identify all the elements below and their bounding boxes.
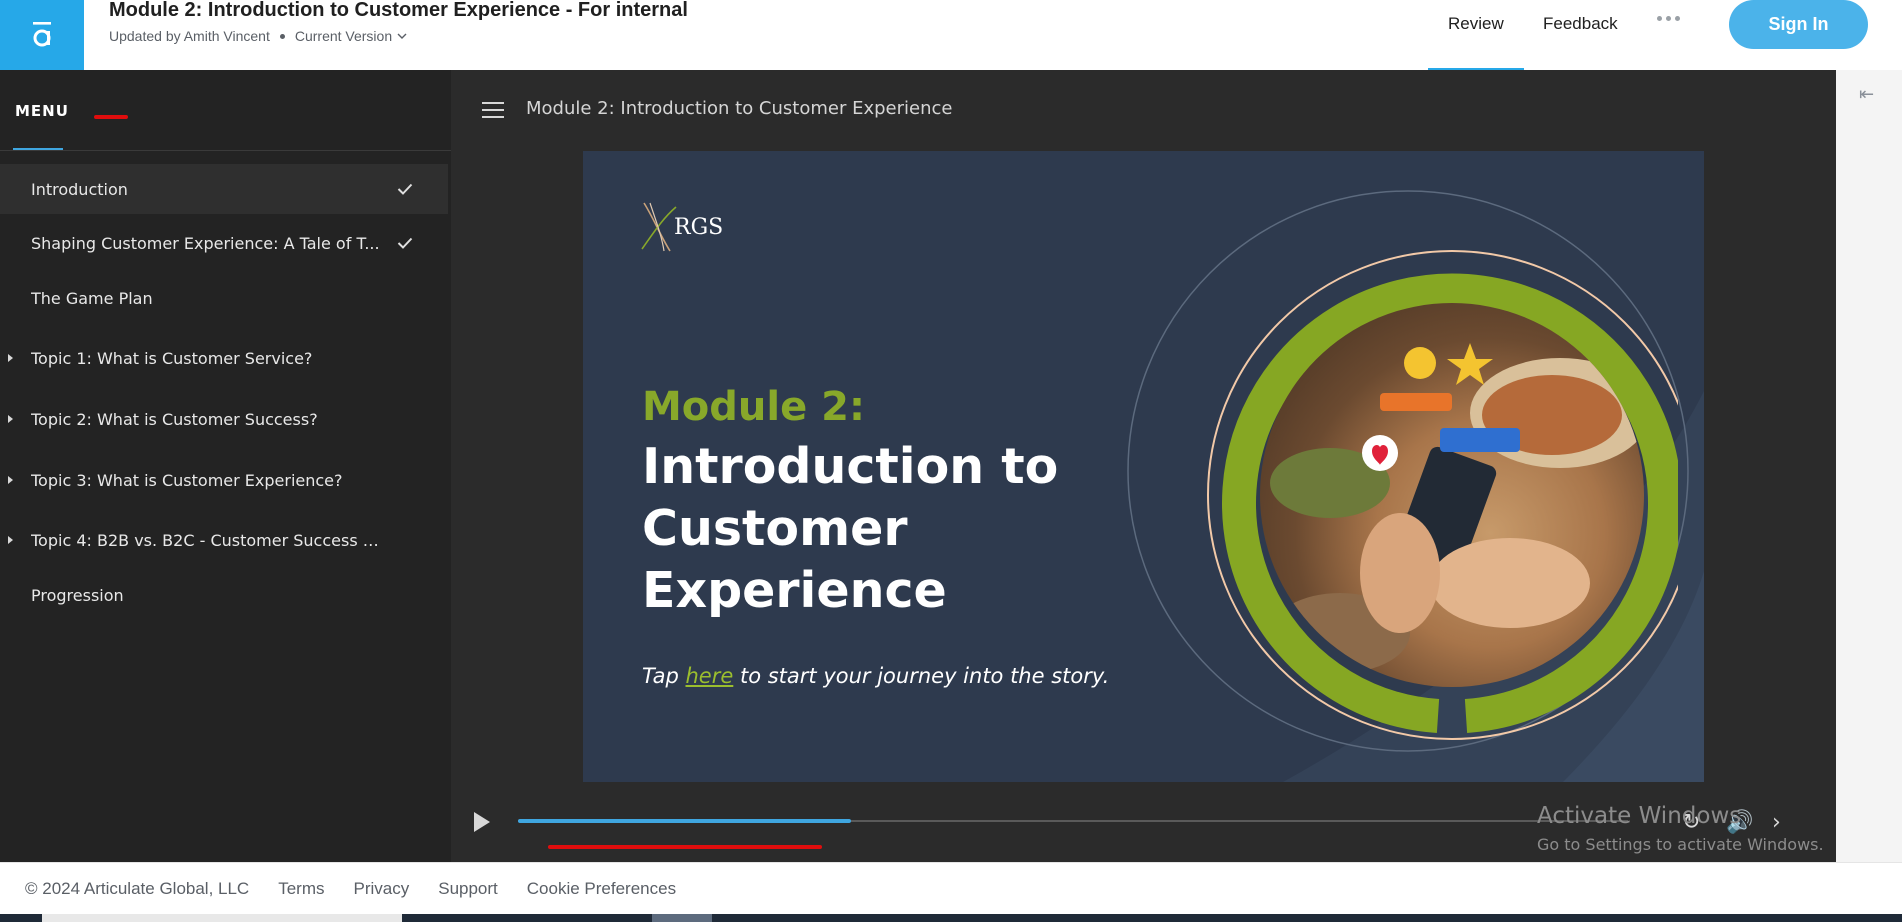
course-title: Module 2: Introduction to Customer Exper… <box>109 0 688 21</box>
slide-heading: Introduction to Customer Experience <box>642 438 1059 619</box>
expand-caret-icon[interactable] <box>8 536 13 544</box>
menu-item-game-plan[interactable]: The Game Plan <box>0 273 448 323</box>
progress-track[interactable] <box>518 819 1628 823</box>
watermark-line-2: Go to Settings to activate Windows. <box>1537 835 1824 854</box>
taskbar-segment <box>652 914 712 922</box>
slide-canvas: RGS Module 2: Introduction to Customer E… <box>583 151 1704 782</box>
separator-dot <box>279 33 285 39</box>
articulate-logo-icon <box>33 22 51 47</box>
menu-item-label: The Game Plan <box>31 288 153 308</box>
hamburger-menu-icon[interactable] <box>482 102 504 118</box>
version-dropdown[interactable]: Current Version <box>295 28 407 44</box>
menu-item-label: Topic 1: What is Customer Service? <box>31 348 313 368</box>
taskbar-segment <box>42 914 402 922</box>
menu-item-shaping-customer-experience[interactable]: Shaping Customer Experience: A Tale of T… <box>0 218 448 268</box>
taskbar-strip <box>0 914 1902 922</box>
annotation-mark <box>94 115 128 119</box>
menu-item-topic-1[interactable]: Topic 1: What is Customer Service? <box>0 333 448 383</box>
play-icon[interactable] <box>474 812 490 832</box>
version-label: Current Version <box>294 28 393 44</box>
tagline-prefix: Tap <box>642 664 686 688</box>
hero-image-frame <box>1138 219 1678 759</box>
rgs-logo: RGS <box>640 201 723 253</box>
menu-item-label: Progression <box>31 585 124 605</box>
menu-item-label: Topic 4: B2B vs. B2C - Customer Success … <box>31 530 381 550</box>
footer: © 2024 Articulate Global, LLC Terms Priv… <box>0 862 1902 914</box>
slide-kicker: Module 2: <box>642 384 865 430</box>
playback-controls: ↻ 🔊 › Activate Windows Go to Settings to… <box>451 797 1836 854</box>
menu-tab[interactable]: MENU <box>15 102 69 120</box>
sign-in-button[interactable]: Sign In <box>1729 0 1868 49</box>
dining-photo <box>1260 303 1644 687</box>
player-title: Module 2: Introduction to Customer Exper… <box>526 98 953 119</box>
nav-review[interactable]: Review <box>1448 14 1504 34</box>
footer-link-privacy[interactable]: Privacy <box>354 879 410 899</box>
copyright: © 2024 Articulate Global, LLC <box>25 878 250 898</box>
nav-feedback[interactable]: Feedback <box>1543 14 1618 34</box>
watermark-line-1: Activate Windows <box>1537 803 1742 829</box>
check-icon <box>397 234 413 253</box>
menu-item-label: Topic 3: What is Customer Experience? <box>31 470 343 490</box>
slide-tagline: Tap here to start your journey into the … <box>642 664 1109 688</box>
progress-fill <box>518 819 851 823</box>
expand-caret-icon[interactable] <box>8 476 13 484</box>
annotation-underline <box>548 845 822 849</box>
footer-link-cookie-preferences[interactable]: Cookie Preferences <box>527 879 676 899</box>
course-meta: Updated by Amith Vincent Current Version <box>109 28 407 44</box>
menu-item-topic-4[interactable]: Topic 4: B2B vs. B2C - Customer Success … <box>0 515 448 565</box>
articulate-logo[interactable] <box>0 0 84 70</box>
windows-activation-watermark: Activate Windows Go to Settings to activ… <box>1537 803 1824 854</box>
menu-item-label: Introduction <box>31 179 128 199</box>
updated-by: Updated by Amith Vincent <box>109 28 270 44</box>
top-bar: Module 2: Introduction to Customer Exper… <box>0 0 1902 70</box>
course-player: Module 2: Introduction to Customer Exper… <box>451 70 1836 862</box>
menu-item-label: Shaping Customer Experience: A Tale of T… <box>31 233 380 253</box>
tagline-suffix: to start your journey into the story. <box>733 664 1110 688</box>
course-menu-sidebar: MENU Introduction Shaping Customer Exper… <box>0 70 451 862</box>
start-story-link[interactable]: here <box>686 664 734 688</box>
menu-item-topic-3[interactable]: Topic 3: What is Customer Experience? <box>0 455 448 505</box>
footer-link-terms[interactable]: Terms <box>278 879 324 899</box>
footer-link-support[interactable]: Support <box>438 879 498 899</box>
menu-item-progression[interactable]: Progression <box>0 570 448 620</box>
expand-caret-icon[interactable] <box>8 354 13 362</box>
right-collapse-rail: ⇤ <box>1836 70 1902 862</box>
menu-item-topic-2[interactable]: Topic 2: What is Customer Success? <box>0 394 448 444</box>
check-icon <box>397 180 413 199</box>
brand-text: RGS <box>674 214 724 240</box>
collapse-panel-icon[interactable]: ⇤ <box>1859 84 1874 105</box>
menu-item-label: Topic 2: What is Customer Success? <box>31 409 318 429</box>
more-options-icon[interactable] <box>1657 16 1680 21</box>
chevron-down-icon <box>397 33 407 39</box>
divider <box>0 150 451 151</box>
dining-scene-image <box>1270 343 1644 673</box>
menu-item-introduction[interactable]: Introduction <box>0 164 448 214</box>
expand-caret-icon[interactable] <box>8 415 13 423</box>
